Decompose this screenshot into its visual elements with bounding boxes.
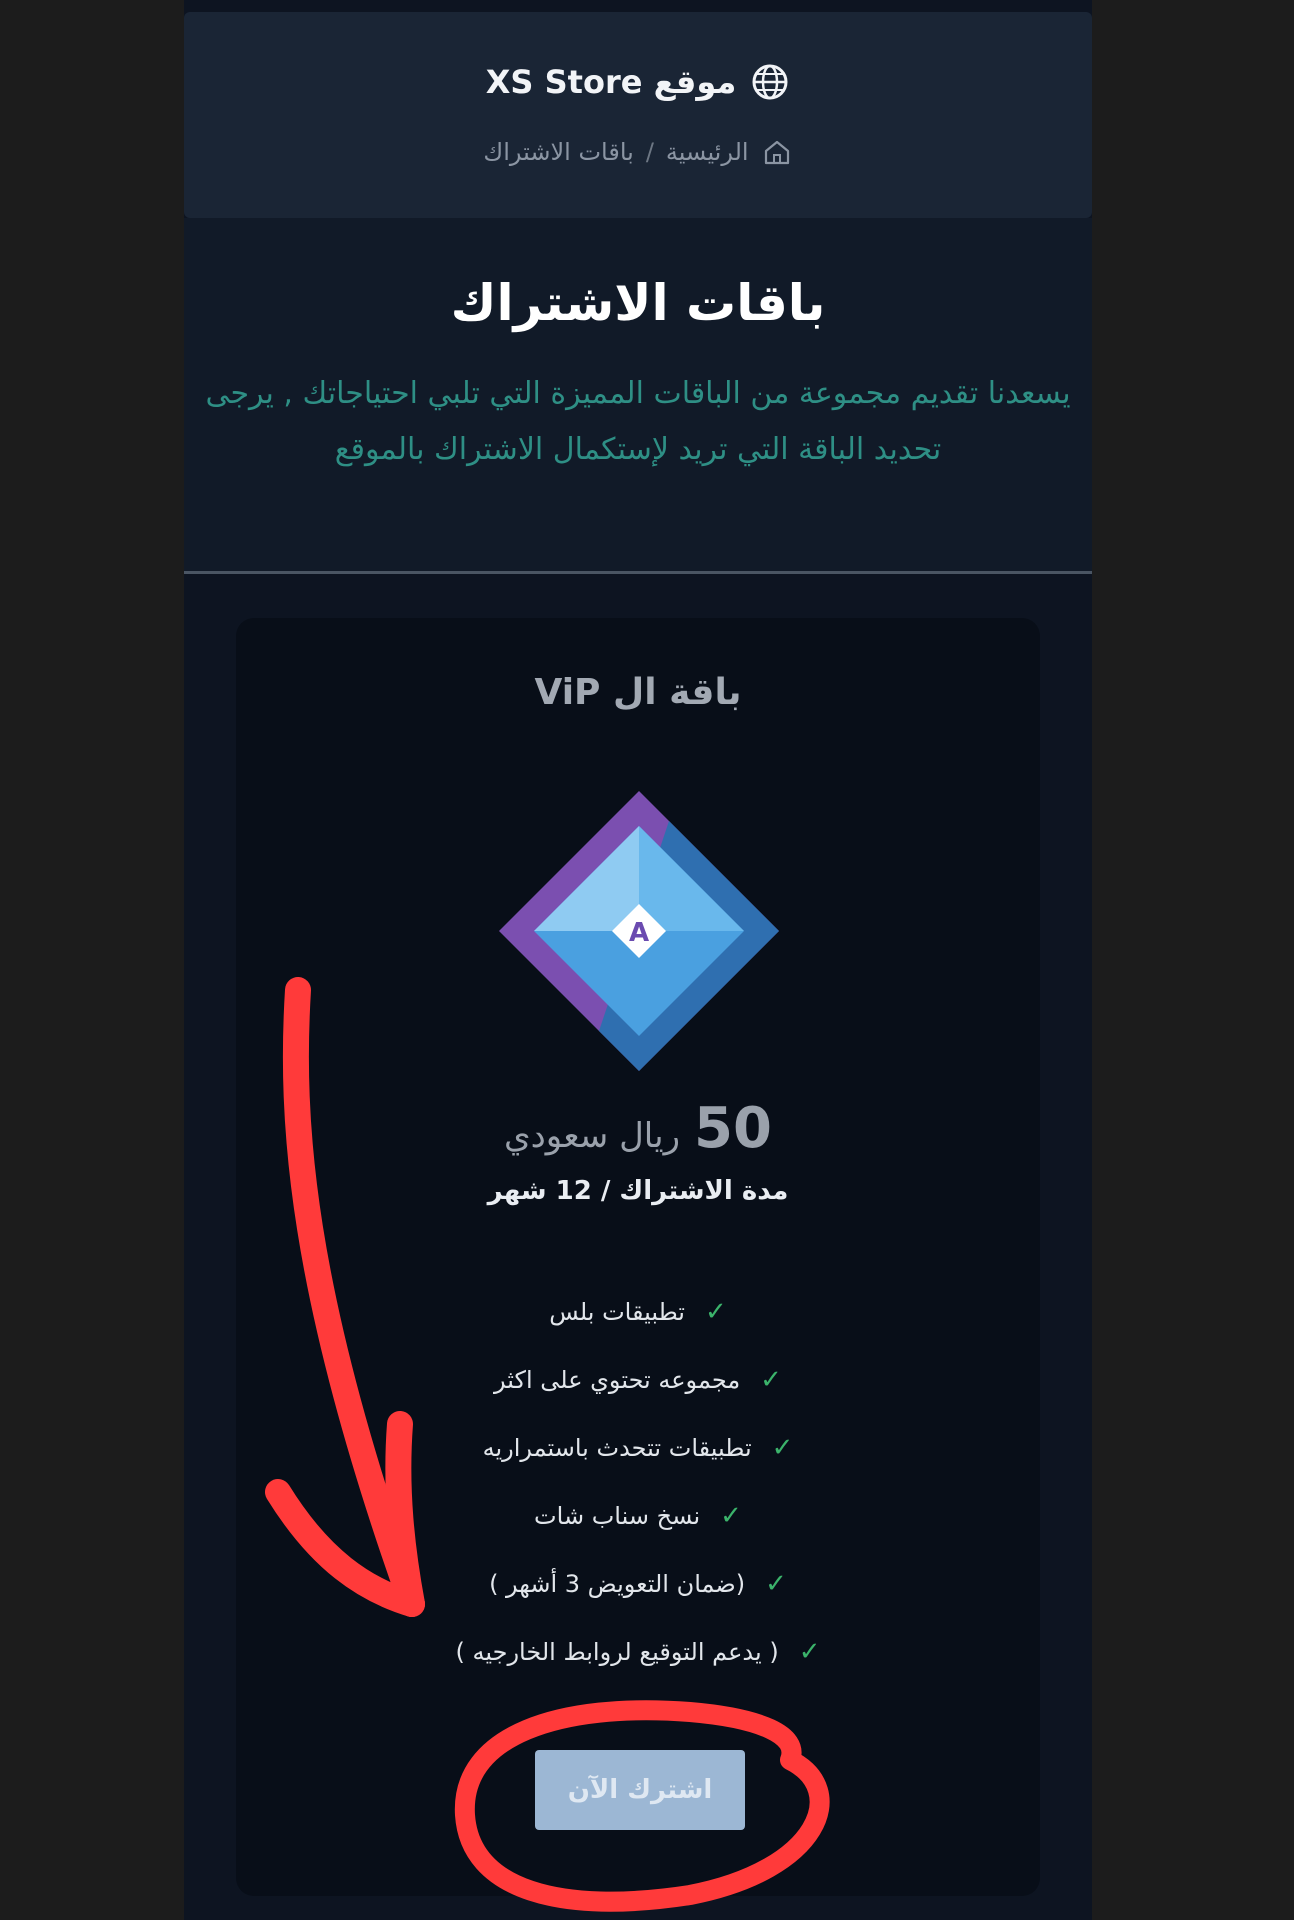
check-icon: ✓ [765,1569,787,1599]
feature-label: ( يدعم التوقيع لروابط الخارجيه ) [455,1638,779,1666]
feature-label: تطبيقات بلس [549,1298,685,1326]
price-currency: ريال سعودي [504,1116,681,1156]
breadcrumb: الرئيسية / باقات الاشتراك [184,136,1092,168]
price: 50 ريال سعودي [236,1096,1040,1161]
site-title-row: موقع XS Store [184,62,1092,102]
check-icon: ✓ [720,1501,742,1531]
breadcrumb-home-link[interactable]: الرئيسية [666,138,749,166]
list-item: ✓ مجموعه تحتوي على اكثر [236,1346,1040,1414]
feature-label: نسخ سناب شات [534,1502,701,1530]
section-divider [184,571,1092,574]
list-item: ✓ تطبيقات بلس [236,1278,1040,1346]
list-item: ✓ تطبيقات تتحدث باستمراريه [236,1414,1040,1482]
price-amount: 50 [694,1096,772,1161]
site-title[interactable]: موقع XS Store [486,63,737,101]
list-item: ✓ (ضمان التعويض 3 أشهر ) [236,1550,1040,1618]
feature-label: مجموعه تحتوي على اكثر [494,1366,741,1394]
breadcrumb-current: باقات الاشتراك [483,138,634,166]
feature-label: (ضمان التعويض 3 أشهر ) [489,1570,746,1598]
site-header: موقع XS Store الرئيسية / باقات الاشتراك [184,12,1092,218]
list-item: ✓ ( يدعم التوقيع لروابط الخارجيه ) [236,1618,1040,1686]
subscribe-now-button[interactable]: اشترك الآن [535,1750,745,1830]
check-icon: ✓ [704,1297,727,1327]
check-icon: ✓ [798,1637,821,1667]
feature-list: ✓ تطبيقات بلس ✓ مجموعه تحتوي على اكثر ✓ تطب… [236,1278,1040,1686]
check-icon: ✓ [771,1433,794,1463]
app-store-diamond-icon: A [499,791,779,1071]
hero-section: باقات الاشتراك يسعدنا تقديم مجموعة من ال… [184,218,1092,572]
page-title: باقات الاشتراك [450,274,826,332]
svg-text:A: A [629,918,649,948]
home-icon[interactable] [761,136,793,168]
breadcrumb-separator: / [645,138,654,166]
page: موقع XS Store الرئيسية / باقات الاشتراك … [184,0,1092,1920]
plan-title: باقة ال ViP [534,672,742,713]
subscription-duration: مدة الاشتراك / 12 شهر [487,1176,789,1206]
list-item: ✓ نسخ سناب شات [236,1482,1040,1550]
check-icon: ✓ [760,1365,782,1395]
feature-label: تطبيقات تتحدث باستمراريه [482,1434,752,1462]
page-description: يسعدنا تقديم مجموعة من الباقات المميزة ا… [205,376,1071,467]
plan-card: باقة ال ViP A 50 ريال سعودي مدة الاشتراك… [236,618,1040,1896]
globe-icon [752,64,788,100]
